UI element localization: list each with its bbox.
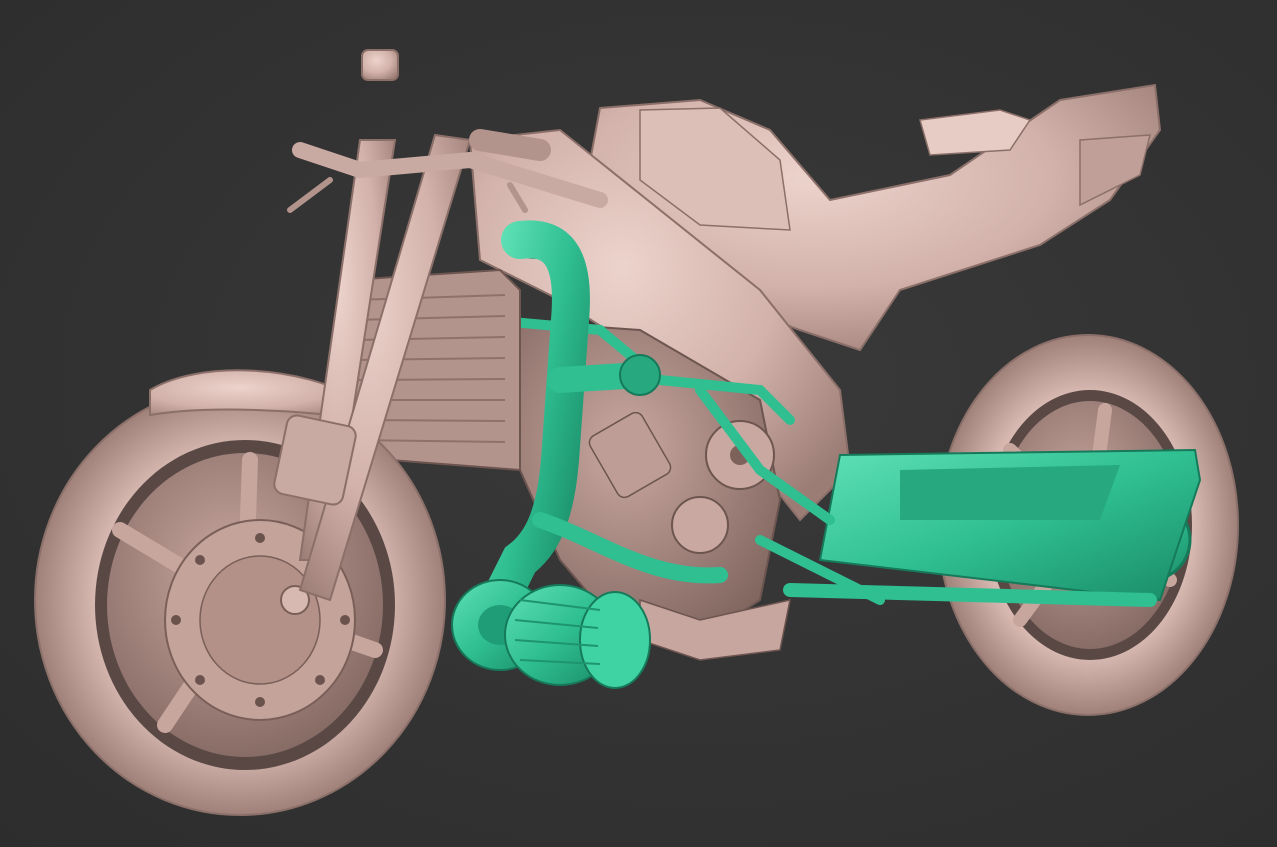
swingarm [783,448,1202,607]
motorcycle-render [34,49,1239,816]
3d-viewport[interactable] [0,0,1277,847]
air-filter [504,584,651,689]
